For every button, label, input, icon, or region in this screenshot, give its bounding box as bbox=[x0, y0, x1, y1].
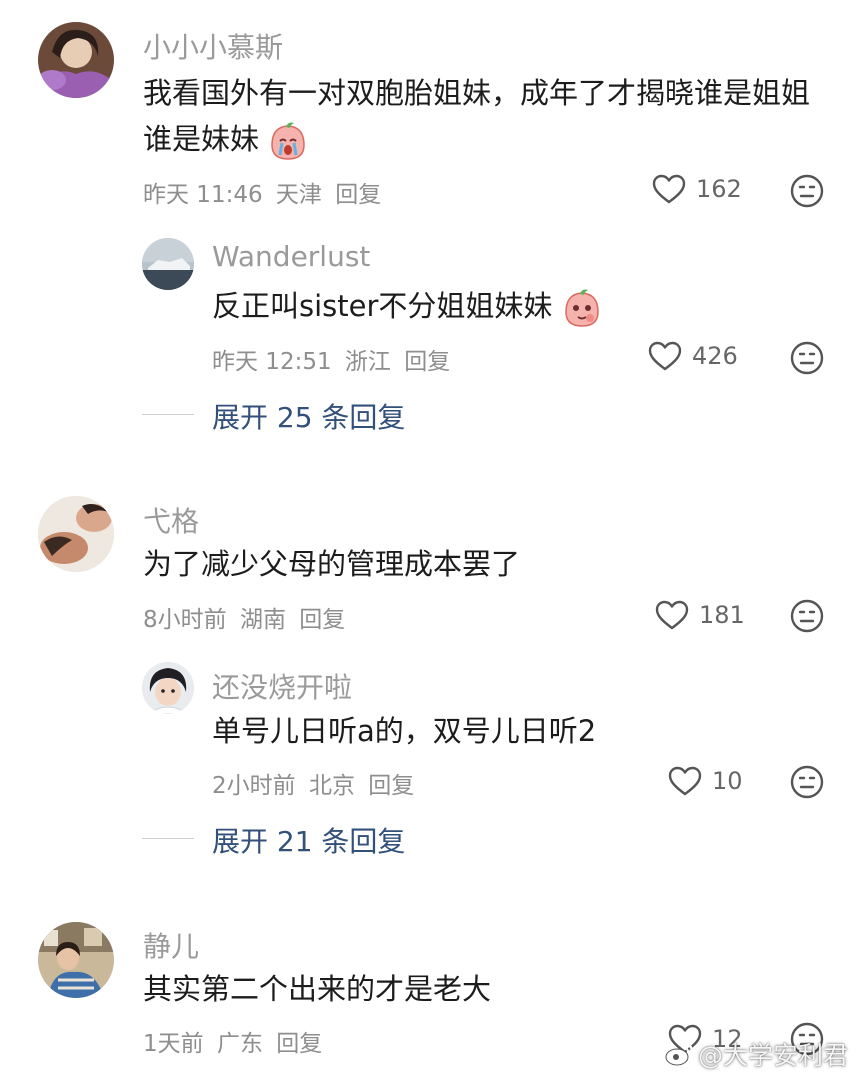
comment-username[interactable]: 小小小慕斯 bbox=[143, 26, 283, 66]
expand-replies-button[interactable]: 展开 21 条回复 bbox=[212, 820, 405, 860]
comment-location: 湖南 bbox=[239, 607, 286, 633]
watermark-text: @大学安利君 bbox=[697, 1041, 848, 1070]
avatar-image-icon bbox=[38, 922, 114, 998]
watermark: @大学安利君 bbox=[664, 1036, 848, 1072]
avatar-image-icon bbox=[142, 238, 194, 290]
heart-icon bbox=[652, 174, 686, 204]
dislike-button[interactable] bbox=[790, 341, 824, 379]
neutral-face-icon bbox=[790, 341, 824, 375]
comment-meta: 8小时前 湖南 回复 bbox=[143, 600, 351, 634]
like-count: 181 bbox=[699, 601, 745, 629]
like-button[interactable]: 162 bbox=[652, 174, 742, 204]
avatar[interactable] bbox=[142, 238, 194, 290]
dislike-button[interactable] bbox=[790, 599, 824, 637]
expand-divider bbox=[142, 414, 194, 415]
dislike-button[interactable] bbox=[790, 765, 824, 803]
heart-icon bbox=[655, 600, 689, 630]
reply-button[interactable]: 回复 bbox=[404, 349, 450, 375]
smirking-peach-emoji-icon bbox=[564, 289, 599, 327]
comment-time: 昨天 11:46 bbox=[143, 182, 263, 208]
neutral-face-icon bbox=[790, 599, 824, 633]
avatar-image-icon bbox=[38, 496, 114, 572]
comment-text-body: 我看国外有一对双胞胎姐妹，成年了才揭晓谁是姐姐谁是妹妹 bbox=[143, 76, 811, 156]
reply-meta: 2小时前 北京 回复 bbox=[212, 766, 420, 800]
expand-divider bbox=[142, 838, 194, 839]
comment-text: 我看国外有一对双胞胎姐妹，成年了才揭晓谁是姐姐谁是妹妹 bbox=[143, 70, 823, 162]
reply-username[interactable]: Wanderlust bbox=[212, 240, 370, 273]
like-button[interactable]: 10 bbox=[668, 766, 743, 796]
reply-button[interactable]: 回复 bbox=[299, 607, 345, 633]
comment-time: 1天前 bbox=[143, 1031, 204, 1057]
reply-button[interactable]: 回复 bbox=[368, 773, 414, 799]
reply-text-body: 反正叫sister不分姐姐妹妹 bbox=[212, 289, 553, 323]
weibo-logo-icon bbox=[665, 1042, 694, 1066]
reply-time: 昨天 12:51 bbox=[212, 349, 332, 375]
like-count: 10 bbox=[712, 767, 743, 795]
reply-text: 反正叫sister不分姐姐妹妹 bbox=[212, 283, 812, 329]
avatar-image-icon bbox=[142, 662, 194, 714]
reply-text-body: 单号儿日听a的，双号儿日听2 bbox=[212, 714, 597, 748]
neutral-face-icon bbox=[790, 174, 824, 208]
reply-username[interactable]: 还没烧开啦 bbox=[212, 666, 352, 706]
reply-button[interactable]: 回复 bbox=[276, 1031, 322, 1057]
comment-username[interactable]: 静儿 bbox=[143, 925, 199, 965]
comment-text: 为了减少父母的管理成本罢了 bbox=[143, 541, 823, 587]
avatar[interactable] bbox=[38, 496, 114, 572]
avatar[interactable] bbox=[142, 662, 194, 714]
comment-text-body: 其实第二个出来的才是老大 bbox=[143, 972, 492, 1006]
comment-meta: 昨天 11:46 天津 回复 bbox=[143, 175, 387, 209]
dislike-button[interactable] bbox=[790, 174, 824, 212]
heart-icon bbox=[648, 341, 682, 371]
expand-replies-button[interactable]: 展开 25 条回复 bbox=[212, 396, 405, 436]
like-count: 162 bbox=[696, 175, 742, 203]
reply-location: 北京 bbox=[308, 773, 355, 799]
comment-meta: 1天前 广东 回复 bbox=[143, 1024, 328, 1058]
reply-time: 2小时前 bbox=[212, 773, 296, 799]
reply-meta: 昨天 12:51 浙江 回复 bbox=[212, 342, 456, 376]
neutral-face-icon bbox=[790, 765, 824, 799]
reply-button[interactable]: 回复 bbox=[335, 182, 381, 208]
avatar[interactable] bbox=[38, 922, 114, 998]
comment-text-body: 为了减少父母的管理成本罢了 bbox=[143, 547, 521, 581]
like-button[interactable]: 181 bbox=[655, 600, 745, 630]
comment-location: 天津 bbox=[275, 182, 322, 208]
comment-location: 广东 bbox=[216, 1031, 263, 1057]
comment-username[interactable]: 弋格 bbox=[143, 500, 199, 540]
avatar[interactable] bbox=[38, 22, 114, 98]
comment-text: 其实第二个出来的才是老大 bbox=[143, 966, 823, 1012]
avatar-image-icon bbox=[38, 22, 114, 98]
comment-time: 8小时前 bbox=[143, 607, 227, 633]
heart-icon bbox=[668, 766, 702, 796]
crying-peach-emoji-icon bbox=[271, 122, 305, 160]
reply-text: 单号儿日听a的，双号儿日听2 bbox=[212, 708, 812, 754]
reply-location: 浙江 bbox=[344, 349, 391, 375]
like-count: 426 bbox=[692, 342, 738, 370]
like-button[interactable]: 426 bbox=[648, 341, 738, 371]
